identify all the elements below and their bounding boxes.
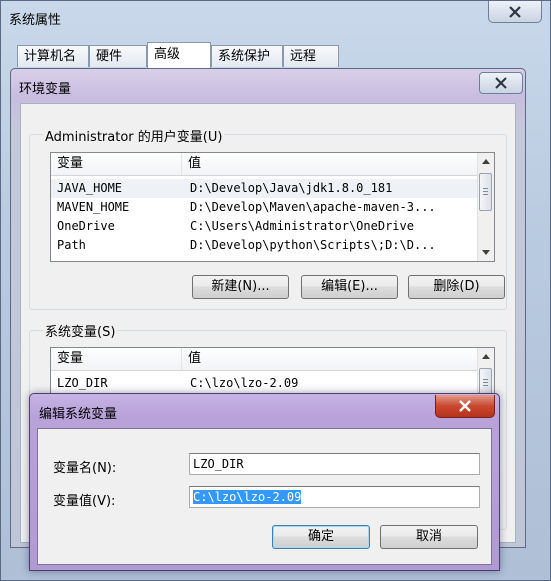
list-header: 变量 值 <box>51 153 477 176</box>
scroll-thumb[interactable] <box>479 173 492 211</box>
scroll-up-arrow-icon <box>482 159 490 164</box>
variable-value-label: 变量值(V): <box>53 494 116 509</box>
variable-name: JAVA_HOME <box>57 181 123 195</box>
close-icon <box>459 400 471 412</box>
table-row[interactable]: Path D:\Develop\python\Scripts\;D:\D... <box>51 236 477 255</box>
variable-name-field[interactable]: LZO_DIR <box>189 453 480 475</box>
variable-value: D:\Develop\Java\jdk1.8.0_181 <box>190 181 393 195</box>
variable-name-text: LZO_DIR <box>193 457 244 471</box>
close-icon <box>495 77 507 89</box>
tab-advanced[interactable]: 高级 <box>147 42 211 68</box>
edit-system-variable-dialog: 编辑系统变量 变量名(N): LZO_DIR 变量值(V): C:\lzo\lz… <box>29 393 500 571</box>
variable-name: MAVEN_HOME <box>57 200 130 214</box>
list-header: 变量 值 <box>51 348 477 371</box>
variable-value: C:\Users\Administrator\OneDrive <box>190 219 414 233</box>
scroll-up-arrow-icon <box>482 354 490 359</box>
column-header-name[interactable]: 变量 <box>51 153 182 175</box>
tab-remote[interactable]: 远程 <box>283 45 339 67</box>
variable-name: Path <box>57 238 86 252</box>
table-row[interactable]: MAVEN_HOME D:\Develop\Maven\apache-maven… <box>51 198 477 217</box>
table-row[interactable]: OneDrive C:\Users\Administrator\OneDrive <box>51 217 477 236</box>
tab-system-protection[interactable]: 系统保护 <box>211 45 283 67</box>
system-properties-close-button[interactable] <box>488 1 542 23</box>
delete-user-variable-button[interactable]: 删除(D) <box>408 275 505 299</box>
scroll-down-button[interactable] <box>478 244 494 261</box>
cancel-button[interactable]: 取消 <box>380 525 478 549</box>
edit-dialog-close-button[interactable] <box>435 395 495 418</box>
scroll-down-arrow-icon <box>482 250 490 255</box>
variable-name: OneDrive <box>57 219 115 233</box>
variable-value: D:\Develop\Maven\apache-maven-3... <box>190 200 436 214</box>
variable-value-field[interactable]: C:\lzo\lzo-2.09 <box>189 486 480 508</box>
variable-name-label: 变量名(N): <box>53 461 117 476</box>
user-variables-label: Administrator 的用户变量(U) <box>43 126 225 145</box>
user-list-scrollbar[interactable] <box>477 153 494 261</box>
user-variables-list[interactable]: 变量 值 JAVA_HOME D:\Develop\Java\jdk1.8.0_… <box>50 152 495 262</box>
column-header-name[interactable]: 变量 <box>51 348 182 370</box>
system-properties-title: 系统属性 <box>9 13 62 28</box>
close-icon <box>509 5 521 18</box>
tab-hardware[interactable]: 硬件 <box>89 45 147 67</box>
scroll-up-button[interactable] <box>478 153 494 170</box>
variable-value-text: C:\lzo\lzo-2.09 <box>193 490 302 504</box>
edit-dialog-client: 变量名(N): LZO_DIR 变量值(V): C:\lzo\lzo-2.09 … <box>37 428 492 565</box>
column-header-value[interactable]: 值 <box>182 348 472 370</box>
variable-name: LZO_DIR <box>57 376 108 390</box>
variable-value: C:\lzo\lzo-2.09 <box>190 376 299 390</box>
tab-computer-name[interactable]: 计算机名 <box>17 45 89 67</box>
variable-value: D:\Develop\python\Scripts\;D:\D... <box>190 238 436 252</box>
edit-dialog-title: 编辑系统变量 <box>39 407 118 422</box>
new-user-variable-button[interactable]: 新建(N)... <box>192 275 289 299</box>
environment-variables-title: 环境变量 <box>19 82 72 97</box>
edit-user-variable-button[interactable]: 编辑(E)... <box>301 275 398 299</box>
column-header-value[interactable]: 值 <box>182 153 472 175</box>
table-row[interactable]: JAVA_HOME D:\Develop\Java\jdk1.8.0_181 <box>51 179 477 198</box>
system-variables-label: 系统变量(S) <box>43 321 118 340</box>
ok-button[interactable]: 确定 <box>272 525 370 549</box>
table-row[interactable]: LZO_DIR C:\lzo\lzo-2.09 <box>51 374 477 393</box>
scroll-up-button[interactable] <box>478 348 494 365</box>
environment-variables-close-button[interactable] <box>479 72 523 94</box>
